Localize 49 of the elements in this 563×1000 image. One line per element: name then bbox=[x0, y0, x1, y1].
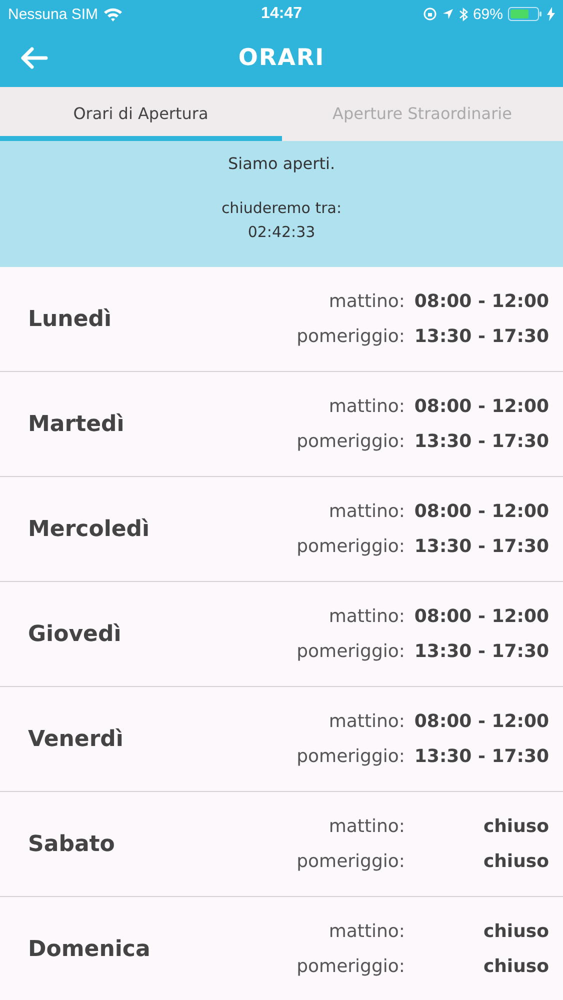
day-name: Mercoledì bbox=[28, 516, 150, 542]
hours-value: chiuso bbox=[482, 816, 549, 837]
day-name: Sabato bbox=[28, 832, 115, 856]
hours-value: 13:30 - 17:30 bbox=[413, 326, 549, 347]
period-label: mattino: bbox=[328, 291, 405, 312]
period-label: pomeriggio: bbox=[296, 431, 405, 452]
hours-value: 08:00 - 12:00 bbox=[413, 396, 549, 417]
day-name: Domenica bbox=[28, 936, 150, 962]
hours-value: 13:30 - 17:30 bbox=[413, 536, 549, 557]
hours-value: 08:00 - 12:00 bbox=[413, 606, 549, 627]
period-label: mattino: bbox=[328, 396, 405, 417]
wifi-icon bbox=[103, 6, 124, 22]
day-name: Lunedì bbox=[28, 306, 112, 332]
hours-value: 13:30 - 17:30 bbox=[413, 431, 549, 452]
period-label: pomeriggio: bbox=[296, 746, 405, 767]
hours-value: 08:00 - 12:00 bbox=[413, 711, 549, 732]
day-name: Giovedì bbox=[28, 622, 122, 646]
period-label: mattino: bbox=[328, 921, 405, 942]
rotation-lock-icon bbox=[422, 7, 437, 21]
countdown-label: chiuderemo tra: bbox=[221, 199, 342, 217]
period-label: pomeriggio: bbox=[296, 956, 405, 977]
period-label: mattino: bbox=[328, 711, 405, 732]
page-title: ORARI bbox=[238, 44, 325, 70]
hours-value: 08:00 - 12:00 bbox=[413, 501, 549, 522]
period-label: mattino: bbox=[328, 606, 405, 627]
hours-value: 08:00 - 12:00 bbox=[413, 291, 549, 312]
clock-time: 14:47 bbox=[261, 5, 302, 23]
open-status: Siamo aperti. bbox=[228, 154, 336, 173]
hours-value: chiuso bbox=[482, 921, 549, 942]
hours-value: 13:30 - 17:30 bbox=[413, 746, 549, 767]
battery-icon bbox=[508, 7, 542, 21]
period-label: pomeriggio: bbox=[296, 536, 405, 557]
day-name: Martedì bbox=[28, 412, 124, 436]
back-button[interactable] bbox=[18, 46, 48, 70]
hours-value: chiuso bbox=[482, 851, 549, 872]
hours-value: chiuso bbox=[482, 956, 549, 977]
hours-value: 13:30 - 17:30 bbox=[413, 641, 549, 662]
period-label: mattino: bbox=[328, 501, 405, 522]
period-label: pomeriggio: bbox=[296, 641, 405, 662]
location-arrow-icon bbox=[442, 8, 454, 20]
carrier-label: Nessuna SIM bbox=[8, 6, 98, 22]
period-label: mattino: bbox=[328, 816, 405, 837]
countdown-timer: 02:42:33 bbox=[248, 223, 316, 241]
battery-percent: 69% bbox=[472, 6, 503, 22]
day-name: Venerdì bbox=[28, 726, 124, 752]
period-label: pomeriggio: bbox=[296, 326, 405, 347]
charging-bolt-icon bbox=[547, 7, 555, 21]
bluetooth-icon bbox=[458, 6, 468, 22]
period-label: pomeriggio: bbox=[296, 851, 405, 872]
